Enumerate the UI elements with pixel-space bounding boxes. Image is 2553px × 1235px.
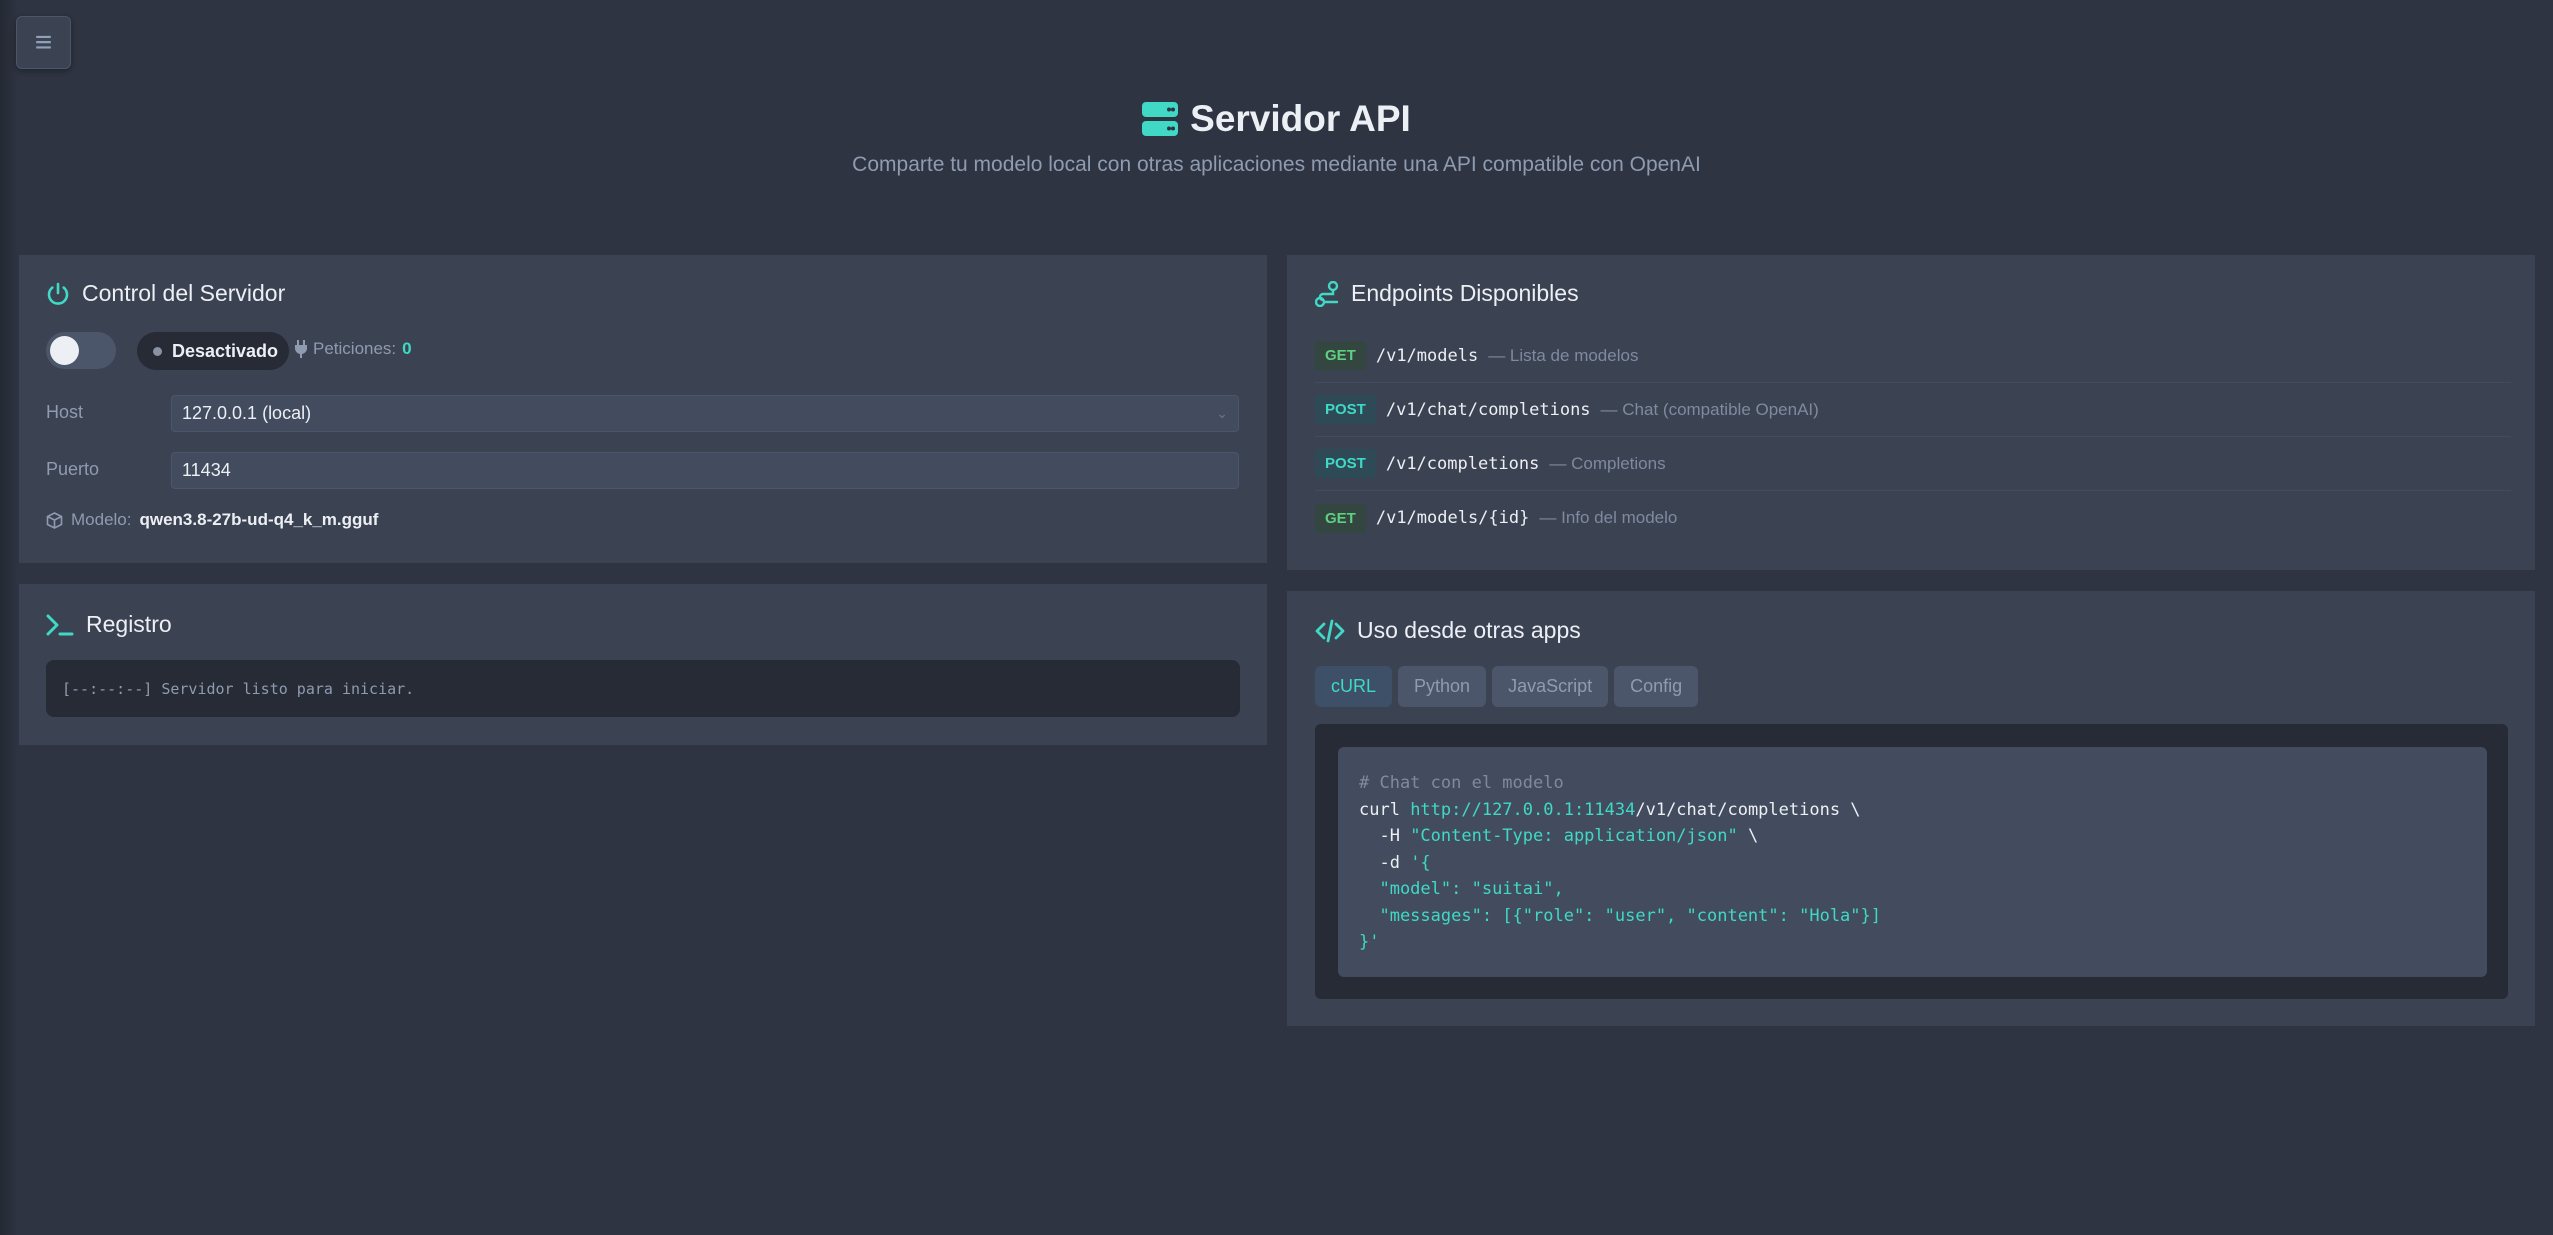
server-toggle[interactable] <box>46 332 116 369</box>
endpoint-path: /v1/completions <box>1385 453 1540 474</box>
model-label: Modelo: <box>71 510 132 529</box>
port-input[interactable]: 11434 <box>171 452 1239 489</box>
model-info: Modelo: qwen3.8-27b-ud-q4_k_m.gguf <box>46 510 378 530</box>
requests-label: Peticiones: <box>313 339 397 358</box>
usage-tabs: cURL Python JavaScript Config <box>1315 666 1699 707</box>
page-header: Servidor API Comparte tu modelo local co… <box>0 98 2553 177</box>
host-select[interactable]: 127.0.0.1 (local) ⌄ <box>171 395 1239 432</box>
status-label: Desactivado <box>172 340 279 361</box>
host-select-value: 127.0.0.1 (local) <box>182 403 312 423</box>
code-model-key: "model": <box>1359 879 1472 899</box>
code-h-tail: \ <box>1737 826 1759 846</box>
code-comment: # Chat con el modelo <box>1359 773 1564 793</box>
code-path: /v1/chat/completions \ <box>1635 799 1861 820</box>
method-badge: GET <box>1315 503 1366 533</box>
code-d-flag: -d <box>1359 852 1411 873</box>
endpoint-path: /v1/models <box>1375 345 1479 366</box>
endpoint-desc: — Info del modelo <box>1539 508 1678 527</box>
code-messages-value: [{"role": "user", "content": "Hola"}] <box>1502 905 1881 926</box>
server-icon <box>1142 102 1179 136</box>
box-icon <box>46 511 63 529</box>
code-messages-key: "messages": <box>1359 905 1503 926</box>
server-control-title-text: Control del Servidor <box>82 280 286 306</box>
page-title: Servidor API <box>1142 98 1411 140</box>
usage-title: Uso desde otras apps <box>1315 617 1581 644</box>
log-line: [--:--:--] Servidor listo para iniciar. <box>62 679 415 698</box>
method-badge: GET <box>1315 341 1366 370</box>
log-output: [--:--:--] Servidor listo para iniciar. <box>46 660 1240 717</box>
code-close: }' <box>1359 932 1380 952</box>
left-edge-shade <box>0 0 18 1235</box>
port-input-value: 11434 <box>182 460 231 480</box>
server-control-title: Control del Servidor <box>46 280 285 307</box>
endpoint-desc: — Lista de modelos <box>1488 345 1639 365</box>
page-subtitle: Comparte tu modelo local con otras aplic… <box>852 153 1701 176</box>
port-label: Puerto <box>46 459 100 479</box>
endpoint-path: /v1/chat/completions <box>1385 399 1591 420</box>
code-block: # Chat con el modelo curl http://127.0.0… <box>1338 747 2487 977</box>
tab-python[interactable]: Python <box>1398 666 1487 707</box>
code-d-open: '{ <box>1410 852 1431 873</box>
code-icon <box>1315 619 1345 642</box>
log-title-text: Registro <box>86 611 172 637</box>
log-title: Registro <box>46 611 172 638</box>
endpoint-desc: — Completions <box>1549 453 1666 473</box>
code-h-flag: -H <box>1359 826 1411 846</box>
status-dot-icon <box>153 346 162 356</box>
power-icon <box>47 282 69 305</box>
hamburger-icon: ≡ <box>34 25 53 59</box>
endpoints-title: Endpoints Disponibles <box>1315 280 1579 307</box>
endpoint-row: GET /v1/models/{id} — Info del modelo <box>1315 491 2511 545</box>
chevron-down-icon: ⌄ <box>1216 405 1228 421</box>
status-badge: Desactivado <box>137 332 289 370</box>
endpoint-row: POST /v1/completions — Completions <box>1315 437 2511 491</box>
model-value: qwen3.8-27b-ud-q4_k_m.gguf <box>139 510 379 529</box>
endpoint-desc: — Chat (compatible OpenAI) <box>1600 399 1819 419</box>
code-url: http://127.0.0.1:11434 <box>1410 799 1636 820</box>
route-icon <box>1315 280 1339 307</box>
requests-counter: Peticiones: 0 <box>295 339 412 359</box>
endpoint-path: /v1/models/{id} <box>1375 508 1530 528</box>
tab-curl[interactable]: cURL <box>1315 666 1393 707</box>
terminal-icon <box>46 614 74 635</box>
endpoints-title-text: Endpoints Disponibles <box>1351 280 1579 306</box>
code-cmd: curl <box>1359 799 1411 820</box>
tab-config[interactable]: Config <box>1614 666 1699 707</box>
menu-button[interactable]: ≡ <box>16 16 71 69</box>
requests-count: 0 <box>402 339 412 358</box>
endpoint-row: POST /v1/chat/completions — Chat (compat… <box>1315 383 2511 437</box>
page-title-text: Servidor API <box>1190 98 1411 139</box>
method-badge: POST <box>1315 449 1376 478</box>
code-h-value: "Content-Type: application/json" <box>1410 826 1738 846</box>
tab-javascript[interactable]: JavaScript <box>1492 666 1609 707</box>
toggle-knob <box>50 336 79 365</box>
usage-title-text: Uso desde otras apps <box>1357 617 1581 643</box>
plug-icon <box>295 340 307 358</box>
code-model-value: "suitai", <box>1471 879 1564 899</box>
method-badge: POST <box>1315 395 1376 424</box>
host-label: Host <box>46 402 84 422</box>
endpoint-row: GET /v1/models — Lista de modelos <box>1315 329 2511 383</box>
